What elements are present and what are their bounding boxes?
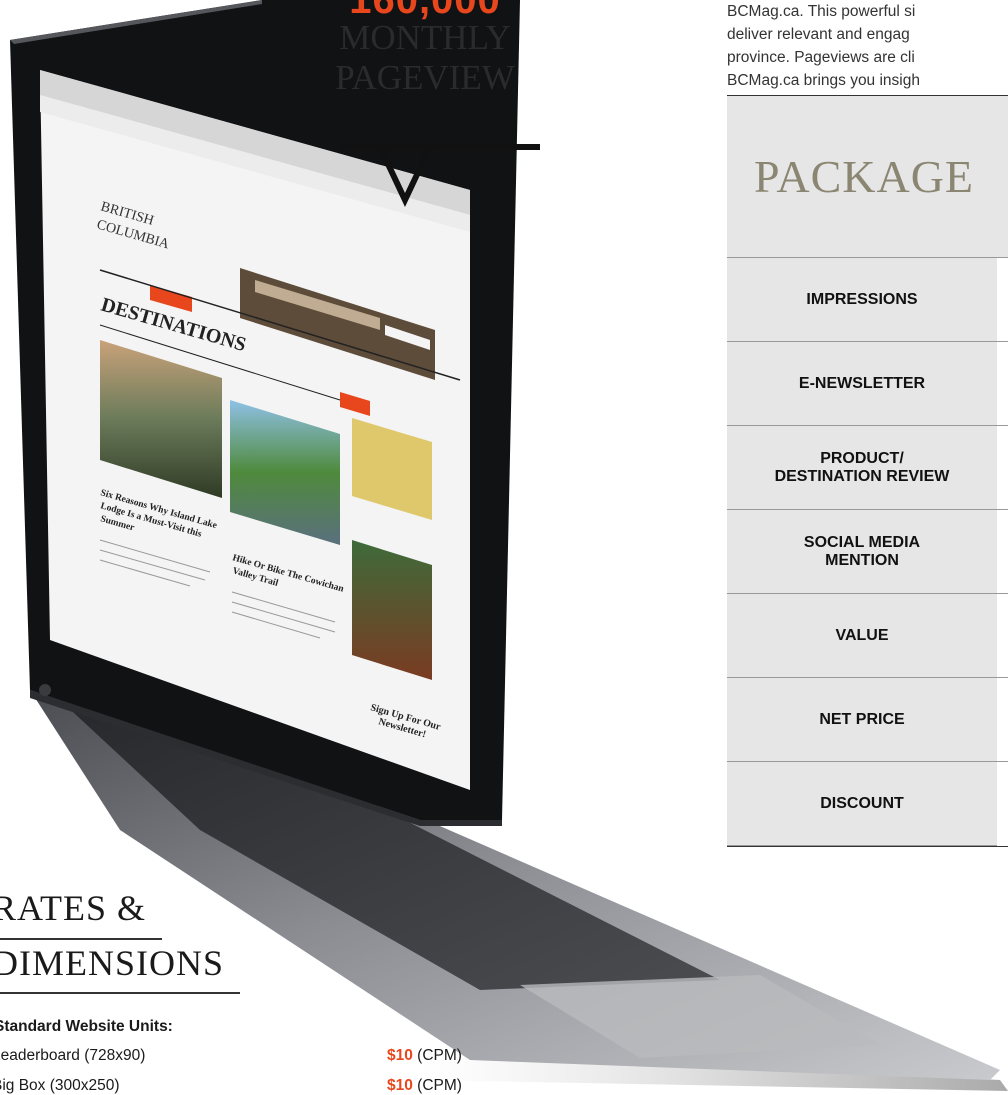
- row-label: PRODUCT/ DESTINATION REVIEW: [774, 449, 950, 485]
- rates-heading-line1: RATES &: [0, 888, 147, 928]
- intro-line: deliver relevant and engag: [727, 26, 910, 43]
- intro-line: BCMag.ca brings you insigh: [727, 72, 920, 89]
- pageview-label-line1: MONTHLY: [339, 18, 511, 57]
- intro-paragraph: BCMag.ca. This powerful si deliver relev…: [727, 0, 1008, 92]
- package-row-impressions: IMPRESSIONS: [727, 258, 997, 342]
- rates-heading-rule1: [0, 938, 162, 940]
- rates-heading-line2: DIMENSIONS: [0, 943, 225, 983]
- row-label: DISCOUNT: [820, 794, 904, 812]
- rates-heading-rule2: [0, 992, 240, 994]
- standard-units-label: Standard Website Units:: [0, 1018, 173, 1035]
- package-row-discount: DISCOUNT: [727, 762, 997, 846]
- package-row-social: SOCIAL MEDIA MENTION: [727, 510, 997, 594]
- pageview-label-line2: PAGEVIEW: [335, 58, 515, 97]
- row-label: NET PRICE: [819, 710, 905, 728]
- package-title: PACKAGE: [754, 151, 975, 202]
- row-label: E-NEWSLETTER: [798, 374, 926, 392]
- unit-price: $10 (CPM): [387, 1047, 462, 1064]
- package-header: PACKAGE: [727, 96, 1008, 258]
- package-row-review: PRODUCT/ DESTINATION REVIEW: [727, 426, 997, 510]
- unit-name: Leaderboard (728x90): [0, 1047, 146, 1064]
- intro-line: BCMag.ca. This powerful si: [727, 3, 916, 20]
- package-row-enewsletter: E-NEWSLETTER: [727, 342, 997, 426]
- unit-name: Big Box (300x250): [0, 1077, 120, 1094]
- package-table: PACKAGE IMPRESSIONS E-NEWSLETTER PRODUCT…: [727, 95, 1008, 847]
- package-row-net-price: NET PRICE: [727, 678, 997, 762]
- intro-line: province. Pageviews are cli: [727, 49, 915, 66]
- row-label: IMPRESSIONS: [806, 290, 918, 308]
- row-label: VALUE: [835, 626, 889, 644]
- row-label: SOCIAL MEDIA MENTION: [803, 533, 921, 569]
- unit-price: $10 (CPM): [387, 1077, 462, 1094]
- package-row-value: VALUE: [727, 594, 997, 678]
